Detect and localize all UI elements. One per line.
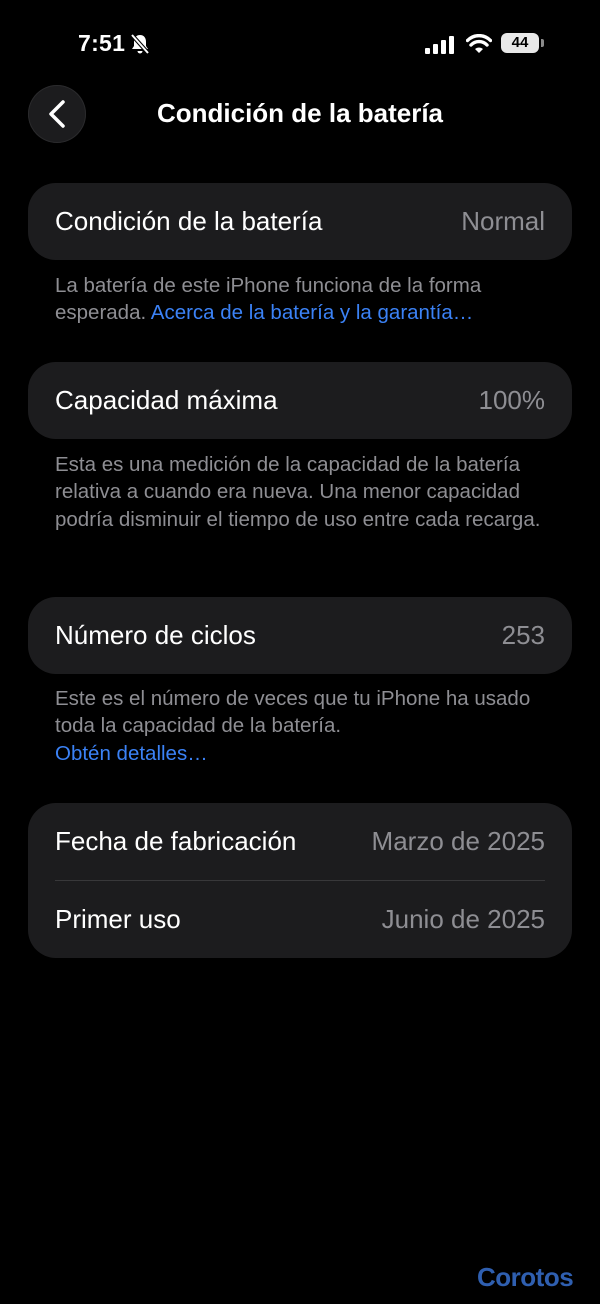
battery-warranty-link[interactable]: Acerca de la batería y la garantía… xyxy=(151,301,474,324)
max-capacity-card: Capacidad máxima 100% xyxy=(28,362,572,439)
cycle-count-card: Número de ciclos 253 xyxy=(28,597,572,674)
cycle-count-description: Este es el número de veces que tu iPhone… xyxy=(55,687,531,738)
cycle-count-value: 253 xyxy=(501,620,545,650)
battery-health-label: Condición de la batería xyxy=(55,206,323,236)
corotos-watermark: Corotos xyxy=(477,1262,574,1292)
max-capacity-note: Esta es una medición de la capacidad de … xyxy=(55,453,541,531)
status-bar: 7:51 44 xyxy=(0,0,600,90)
battery-health-row: Condición de la batería Normal xyxy=(28,183,572,260)
battery-level: 44 xyxy=(511,34,529,51)
wifi-icon xyxy=(466,34,492,53)
cellular-signal-icon xyxy=(425,36,454,54)
status-time: 7:51 xyxy=(78,30,126,56)
bell-slash-icon xyxy=(130,33,150,55)
dates-card: Fecha de fabricación Marzo de 2025 Prime… xyxy=(28,803,572,958)
first-use-row: Primer uso Junio de 2025 xyxy=(28,881,572,958)
cycle-count-label: Número de ciclos xyxy=(55,620,256,650)
manufacture-date-value: Marzo de 2025 xyxy=(371,826,545,856)
max-capacity-label: Capacidad máxima xyxy=(55,385,278,415)
manufacture-date-row: Fecha de fabricación Marzo de 2025 xyxy=(28,803,572,880)
battery-health-card: Condición de la batería Normal xyxy=(28,183,572,260)
first-use-label: Primer uso xyxy=(55,904,181,934)
get-details-link[interactable]: Obtén detalles… xyxy=(55,742,208,765)
cycle-count-note: Este es el número de veces que tu iPhone… xyxy=(55,685,555,767)
battery-icon: 44 xyxy=(501,33,545,55)
max-capacity-value: 100% xyxy=(478,385,546,415)
cycle-count-row: Número de ciclos 253 xyxy=(28,597,572,674)
max-capacity-row: Capacidad máxima 100% xyxy=(28,362,572,439)
page-title: Condición de la batería xyxy=(156,98,444,128)
battery-health-value: Normal xyxy=(461,206,545,236)
manufacture-date-label: Fecha de fabricación xyxy=(55,826,297,856)
first-use-value: Junio de 2025 xyxy=(381,904,545,934)
battery-health-note: La batería de este iPhone funciona de la… xyxy=(55,272,555,327)
